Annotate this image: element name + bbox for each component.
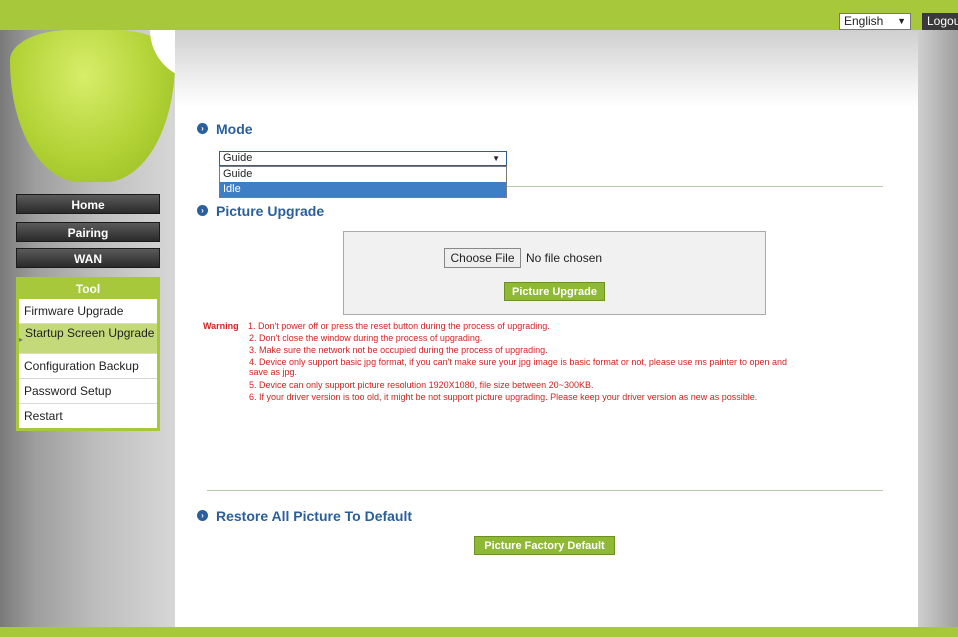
mode-select[interactable]: Guide ▼ [219, 151, 507, 166]
mode-section-title: › Mode [197, 121, 253, 137]
mode-select-value: Guide [223, 152, 253, 164]
tool-item-restart[interactable]: Restart [19, 404, 157, 428]
bullet-icon: › [197, 204, 208, 216]
mode-option-idle[interactable]: Idle [220, 182, 506, 197]
upload-panel [343, 231, 766, 315]
restore-section-title: › Restore All Picture To Default [197, 508, 412, 524]
warning-item: 5. Device can only support picture resol… [249, 380, 594, 390]
picture-upgrade-title: Picture Upgrade [216, 203, 325, 219]
choose-file-button[interactable]: Choose File [444, 248, 521, 268]
language-select[interactable]: English ▼ [839, 13, 911, 30]
mode-option-guide[interactable]: Guide [220, 167, 506, 182]
warning-item: save as jpg. [249, 367, 298, 377]
chevron-down-icon: ▼ [897, 16, 906, 26]
language-value: English [844, 14, 884, 28]
picture-upgrade-section-title: › Picture Upgrade [197, 203, 324, 219]
mode-dropdown-list: Guide Idle [219, 166, 507, 198]
warning-item: 1. Don't power off or press the reset bu… [248, 321, 550, 331]
section-divider [207, 490, 883, 491]
tool-item-label: Startup Screen Upgrade [25, 326, 155, 340]
active-marker-icon: ▸ [19, 335, 24, 344]
warning-item: 4. Device only support basic jpg format,… [249, 357, 787, 367]
bottom-band [0, 627, 958, 637]
section-divider [507, 186, 883, 187]
logout-button[interactable]: Logout [922, 13, 958, 30]
tool-menu: Tool Firmware Upgrade ▸ Startup Screen U… [16, 277, 160, 431]
tool-item-firmware-upgrade[interactable]: Firmware Upgrade [19, 299, 157, 324]
bullet-icon: › [197, 509, 208, 521]
warning-item: 3. Make sure the network not be occupied… [249, 345, 548, 355]
warning-label: Warning [203, 321, 239, 331]
mode-title: Mode [216, 121, 253, 137]
tool-item-configuration-backup[interactable]: Configuration Backup [19, 354, 157, 379]
bullet-icon: › [197, 122, 208, 134]
chevron-down-icon: ▼ [492, 154, 500, 163]
file-status: No file chosen [526, 251, 603, 265]
tool-item-password-setup[interactable]: Password Setup [19, 379, 157, 404]
header-shade [175, 30, 918, 108]
top-band [0, 0, 958, 30]
warning-item: 6. If your driver version is too old, it… [249, 392, 758, 402]
right-column [918, 30, 958, 627]
tool-item-startup-screen-upgrade[interactable]: ▸ Startup Screen Upgrade [19, 324, 157, 354]
picture-upgrade-button[interactable]: Picture Upgrade [504, 282, 605, 301]
tool-menu-header: Tool [19, 280, 157, 299]
nav-pairing[interactable]: Pairing [16, 222, 160, 242]
nav-wan[interactable]: WAN [16, 248, 160, 268]
picture-factory-default-button[interactable]: Picture Factory Default [474, 536, 615, 555]
restore-title: Restore All Picture To Default [216, 508, 413, 524]
warning-item: 2. Don't close the window during the pro… [249, 333, 483, 343]
nav-home[interactable]: Home [16, 194, 160, 214]
